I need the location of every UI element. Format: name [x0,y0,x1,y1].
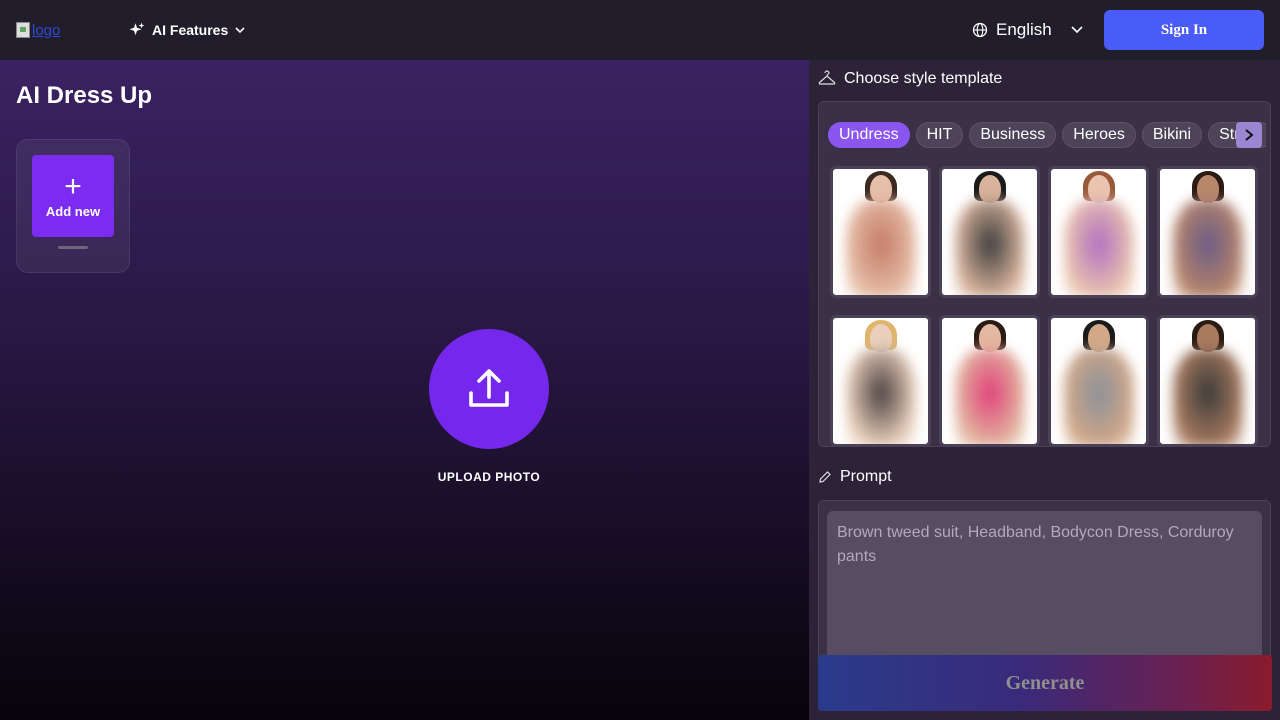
page-title: AI Dress Up [16,82,153,109]
figure-body-blurred [954,348,1025,444]
tab-business[interactable]: Business [969,122,1057,148]
template-thumbnail [1160,169,1255,295]
figure-body-blurred [1172,348,1243,444]
selection-indicator [58,246,88,249]
prompt-container [818,500,1271,680]
broken-image-icon [16,22,30,38]
template-tabs: UndressHITBusinessHeroesBikiniStreet [828,122,1266,148]
upload-icon [469,369,509,407]
tab-heroes[interactable]: Heroes [1062,122,1136,148]
prompt-title: Prompt [840,468,892,485]
language-chevron-down-icon[interactable] [1068,20,1086,38]
tab-bikini[interactable]: Bikini [1141,122,1203,148]
template-thumbnail [942,318,1037,444]
upload-photo-button[interactable] [429,329,549,449]
upload-area: AI Dress Up + Add new UPLOAD PHOTO [0,60,809,720]
sparkle-icon [129,22,145,36]
upload-photo-label: UPLOAD PHOTO [437,470,541,484]
template-card[interactable] [830,315,931,446]
add-new-button[interactable]: + Add new [32,155,114,237]
figure-body-blurred [845,348,916,444]
template-card[interactable] [1048,315,1149,446]
language-selector[interactable]: English [972,18,1052,42]
generate-button[interactable]: Generate [818,655,1272,711]
template-card[interactable] [939,315,1040,446]
template-thumbnail [1160,318,1255,444]
tabs-next-button[interactable] [1236,122,1262,148]
template-thumbnail [942,169,1037,295]
template-thumbnail [833,169,928,295]
photo-list: + Add new [16,139,130,273]
sign-in-button[interactable]: Sign In [1104,10,1264,50]
template-thumbnail [1051,169,1146,295]
tab-undress[interactable]: Undress [828,122,910,148]
top-navigation-bar: logo AI Features English Sign In [0,0,1280,60]
chevron-down-icon [235,27,245,34]
style-template-title: Choose style template [844,70,1003,87]
logo-link[interactable]: logo [16,20,60,40]
figure-body-blurred [1063,199,1134,295]
template-card[interactable] [1157,315,1258,446]
prompt-heading: Prompt [818,468,892,486]
template-thumbnail [833,318,928,444]
logo-alt-text: logo [32,21,61,39]
template-card[interactable] [939,166,1040,298]
figure-body-blurred [1172,199,1243,295]
prompt-input[interactable] [827,511,1262,671]
figure-body-blurred [1063,348,1134,444]
chevron-right-icon [1245,129,1254,141]
add-new-label: Add new [45,203,101,219]
globe-icon [972,22,988,38]
settings-panel: Choose style template Undress HIT Business… [809,60,1280,720]
plus-icon: + [64,169,82,203]
pencil-icon [819,471,831,483]
ai-features-label: AI Features [152,22,229,38]
figure-body-blurred [845,199,916,295]
hanger-icon [818,70,836,85]
template-card[interactable] [1157,166,1258,298]
template-thumbnail [1051,318,1146,444]
style-template-heading: Choose style template [818,70,1002,88]
figure-body-blurred [954,199,1025,295]
ai-features-menu[interactable]: AI Features [128,20,246,40]
template-grid [830,166,1268,446]
template-picker: UndressHITBusinessHeroesBikiniStreet [818,101,1271,447]
tab-hit[interactable]: HIT [915,122,964,148]
language-label: English [996,20,1052,39]
template-card[interactable] [830,166,931,298]
template-card[interactable] [1048,166,1149,298]
